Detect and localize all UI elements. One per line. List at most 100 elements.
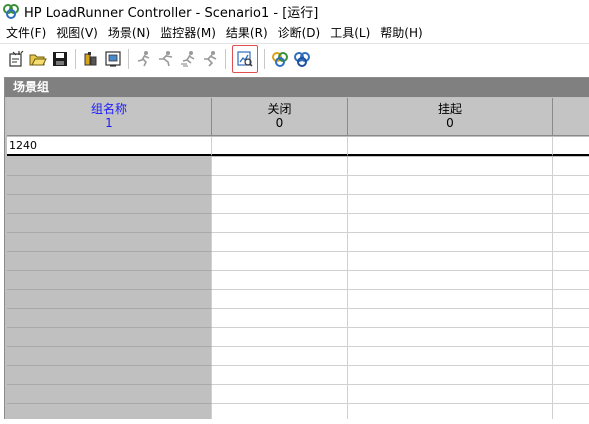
scenario-groups-panel: 场景组 组名称 1 关闭 0 挂起 0 1240 [4, 77, 589, 423]
empty-cell[interactable] [348, 233, 553, 252]
empty-cell[interactable] [553, 271, 589, 290]
empty-cell[interactable] [553, 328, 589, 347]
empty-cell[interactable] [348, 309, 553, 328]
column-header-pending[interactable]: 挂起 0 [348, 98, 553, 136]
cell-down[interactable] [212, 137, 348, 156]
empty-cell[interactable] [553, 366, 589, 385]
empty-cell[interactable] [212, 290, 348, 309]
menu-view[interactable]: 视图(V) [51, 23, 103, 43]
reset-user-icon[interactable] [199, 48, 221, 70]
group-name-text: 1240 [9, 139, 37, 152]
empty-cell[interactable] [7, 214, 212, 233]
menu-tools[interactable]: 工具(L) [325, 23, 375, 43]
empty-cell[interactable] [7, 290, 212, 309]
menu-file[interactable]: 文件(F) [0, 23, 51, 43]
empty-cell[interactable] [212, 157, 348, 176]
gradual-run-icon[interactable] [155, 48, 177, 70]
empty-table-row[interactable] [7, 347, 589, 366]
agent-refresh-icon[interactable] [291, 48, 313, 70]
panel-title: 场景组 [5, 78, 589, 97]
empty-cell[interactable] [7, 252, 212, 271]
menu-help[interactable]: 帮助(H) [375, 23, 427, 43]
window-bottom-edge [0, 419, 589, 424]
empty-cell[interactable] [212, 271, 348, 290]
empty-cell[interactable] [7, 347, 212, 366]
empty-cell[interactable] [348, 366, 553, 385]
empty-cell[interactable] [348, 385, 553, 404]
empty-cell[interactable] [7, 176, 212, 195]
empty-cell[interactable] [553, 347, 589, 366]
menu-diagnostics[interactable]: 诊断(D) [273, 23, 326, 43]
run-view-icon[interactable] [102, 48, 124, 70]
empty-cell[interactable] [7, 233, 212, 252]
empty-cell[interactable] [348, 271, 553, 290]
empty-cell[interactable] [348, 252, 553, 271]
empty-cell[interactable] [212, 328, 348, 347]
empty-table-row[interactable] [7, 214, 589, 233]
empty-cell[interactable] [212, 176, 348, 195]
empty-table-row[interactable] [7, 328, 589, 347]
cell-group-name[interactable]: 1240 [7, 137, 212, 156]
cell-pending[interactable] [348, 137, 553, 156]
empty-table-row[interactable] [7, 290, 589, 309]
loadrunner-logo-icon [0, 0, 22, 23]
agent-icon[interactable] [269, 48, 291, 70]
empty-cell[interactable] [348, 157, 553, 176]
run-user-icon[interactable] [133, 48, 155, 70]
save-disk-icon[interactable] [49, 48, 71, 70]
empty-cell[interactable] [7, 385, 212, 404]
empty-cell[interactable] [348, 176, 553, 195]
empty-cell[interactable] [212, 233, 348, 252]
empty-cell[interactable] [7, 157, 212, 176]
column-header-next[interactable] [553, 98, 589, 136]
empty-cell[interactable] [553, 290, 589, 309]
empty-cell[interactable] [7, 195, 212, 214]
analyze-results-icon[interactable] [232, 45, 258, 73]
open-folder-icon[interactable] [27, 48, 49, 70]
empty-table-row[interactable] [7, 366, 589, 385]
empty-table-row[interactable] [7, 271, 589, 290]
empty-cell[interactable] [348, 290, 553, 309]
column-header-down[interactable]: 关闭 0 [212, 98, 348, 136]
empty-cell[interactable] [553, 385, 589, 404]
empty-table-row[interactable] [7, 385, 589, 404]
cell-next[interactable] [553, 137, 589, 156]
menu-monitors[interactable]: 监控器(M) [155, 23, 221, 43]
menu-scenario[interactable]: 场景(N) [103, 23, 155, 43]
empty-cell[interactable] [7, 328, 212, 347]
column-header-group-name[interactable]: 组名称 1 [7, 98, 212, 136]
empty-cell[interactable] [348, 195, 553, 214]
table-row[interactable]: 1240 [7, 137, 589, 156]
empty-cell[interactable] [212, 309, 348, 328]
empty-table-row[interactable] [7, 195, 589, 214]
empty-cell[interactable] [212, 195, 348, 214]
empty-cell[interactable] [348, 328, 553, 347]
empty-table-row[interactable] [7, 309, 589, 328]
empty-cell[interactable] [553, 214, 589, 233]
empty-table-row[interactable] [7, 176, 589, 195]
empty-cell[interactable] [553, 309, 589, 328]
stop-user-icon[interactable] [177, 48, 199, 70]
empty-table-row[interactable] [7, 233, 589, 252]
empty-cell[interactable] [553, 195, 589, 214]
empty-cell[interactable] [348, 214, 553, 233]
menu-results[interactable]: 结果(R) [221, 23, 273, 43]
empty-cell[interactable] [7, 309, 212, 328]
empty-cell[interactable] [212, 366, 348, 385]
empty-cell[interactable] [553, 176, 589, 195]
empty-cell[interactable] [212, 385, 348, 404]
empty-cell[interactable] [553, 233, 589, 252]
empty-cell[interactable] [7, 366, 212, 385]
empty-cell[interactable] [553, 252, 589, 271]
empty-cell[interactable] [212, 347, 348, 366]
empty-cell[interactable] [7, 271, 212, 290]
empty-cell[interactable] [553, 157, 589, 176]
empty-cell[interactable] [212, 252, 348, 271]
empty-cell[interactable] [212, 214, 348, 233]
design-icon[interactable] [80, 48, 102, 70]
empty-table-row[interactable] [7, 157, 589, 176]
empty-cell[interactable] [348, 347, 553, 366]
column-count: 1 [105, 116, 113, 130]
new-scenario-icon[interactable] [5, 48, 27, 70]
empty-table-row[interactable] [7, 252, 589, 271]
